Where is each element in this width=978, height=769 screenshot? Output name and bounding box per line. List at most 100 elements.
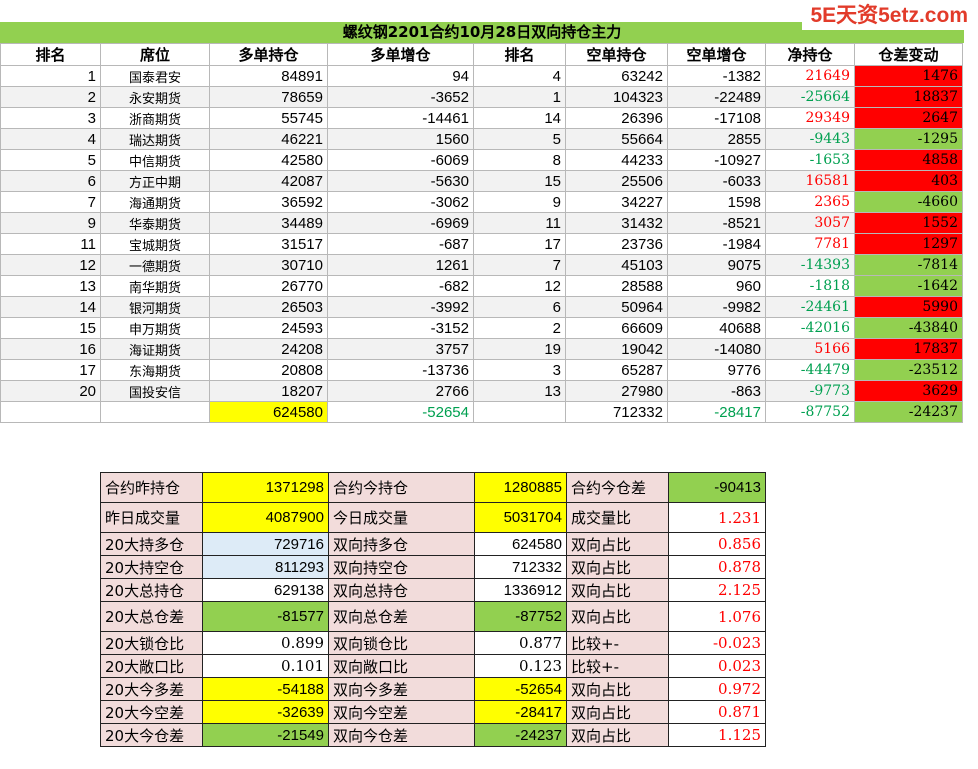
stat-label: 双向占比 — [566, 578, 669, 602]
stats-row: 20大今空差 -32639 双向今空差 -28417 双向占比 0.871 — [100, 700, 766, 724]
table-row: 7 海通期货 36592 -3062 9 34227 1598 2365 -4660 — [0, 191, 963, 213]
short-change-cell: -14080 — [667, 338, 766, 360]
totals-row: 624580 -52654 712332 -28417 -87752 -2423… — [0, 401, 963, 423]
rank-cell: 12 — [0, 254, 101, 276]
stat-label: 双向持多仓 — [328, 532, 475, 556]
diff-cell: -4660 — [854, 191, 963, 213]
seat-cell: 中信期货 — [100, 149, 210, 171]
long-cell: 26503 — [209, 296, 328, 318]
net-cell: 5166 — [765, 338, 855, 360]
table-row: 5 中信期货 42580 -6069 8 44233 -10927 -1653 4858 — [0, 149, 963, 171]
short-rank-cell: 4 — [473, 65, 566, 87]
table-row: 17 东海期货 20808 -13736 3 65287 9776 -44479 -23512 — [0, 359, 963, 381]
net-cell: -9773 — [765, 380, 855, 402]
short-change-cell: 2855 — [667, 128, 766, 150]
stats-table: 合约昨持仓 1371298 合约今持仓 1280885 合约今仓差 -90413 昨日成交量… — [100, 472, 766, 747]
table-row: 11 宝城期货 31517 -687 17 23736 -1984 7781 1297 — [0, 233, 963, 255]
stat-label: 双向占比 — [566, 723, 669, 747]
stat-label: 比较+- — [566, 631, 669, 655]
short-rank-cell: 6 — [473, 296, 566, 318]
diff-cell: -1642 — [854, 275, 963, 297]
short-cell: 28588 — [565, 275, 668, 297]
stat-label: 20大今仓差 — [100, 723, 203, 747]
diff-cell: 1476 — [854, 65, 963, 87]
header-rank: 排名 — [0, 43, 101, 66]
long-change-cell: 1560 — [327, 128, 474, 150]
short-change-cell: 9075 — [667, 254, 766, 276]
table-row: 2 永安期货 78659 -3652 1 104323 -22489 -25664 18837 — [0, 86, 963, 108]
long-change-cell: 3757 — [327, 338, 474, 360]
stat-label: 双向占比 — [566, 532, 669, 556]
short-cell: 63242 — [565, 65, 668, 87]
rank-cell: 6 — [0, 170, 101, 192]
header-short: 空单持仓 — [565, 43, 668, 66]
short-cell: 27980 — [565, 380, 668, 402]
stat-value: 0.899 — [202, 631, 329, 655]
stat-label: 双向占比 — [566, 700, 669, 724]
stat-value: 712332 — [474, 555, 567, 579]
stat-value: 0.871 — [668, 700, 766, 724]
header-net: 净持仓 — [765, 43, 855, 66]
long-change-cell: -687 — [327, 233, 474, 255]
stat-value: -0.023 — [668, 631, 766, 655]
stat-value: -28417 — [474, 700, 567, 724]
header-long-change: 多单增仓 — [327, 43, 474, 66]
rank-cell: 1 — [0, 65, 101, 87]
table-row: 13 南华期货 26770 -682 12 28588 960 -1818 -1642 — [0, 275, 963, 297]
long-cell: 84891 — [209, 65, 328, 87]
long-cell: 31517 — [209, 233, 328, 255]
seat-cell: 国泰君安 — [100, 65, 210, 87]
long-cell: 42087 — [209, 170, 328, 192]
stat-label: 20大总持仓 — [100, 578, 203, 602]
watermark: 5E天资5etz.com — [802, 2, 976, 30]
short-change-cell: -22489 — [667, 86, 766, 108]
long-change-cell: -13736 — [327, 359, 474, 381]
net-cell: 7781 — [765, 233, 855, 255]
seat-cell: 海通期货 — [100, 191, 210, 213]
rank-cell: 2 — [0, 86, 101, 108]
stat-value: 2.125 — [668, 578, 766, 602]
diff-cell: 5990 — [854, 296, 963, 318]
long-cell: 30710 — [209, 254, 328, 276]
short-cell: 45103 — [565, 254, 668, 276]
stat-label: 双向总持仓 — [328, 578, 475, 602]
stat-label: 20大锁仓比 — [100, 631, 203, 655]
stat-label: 20大持空仓 — [100, 555, 203, 579]
rank-cell: 16 — [0, 338, 101, 360]
table-row: 12 一德期货 30710 1261 7 45103 9075 -14393 -7814 — [0, 254, 963, 276]
long-cell: 36592 — [209, 191, 328, 213]
diff-cell: -43840 — [854, 317, 963, 339]
stat-value: 0.878 — [668, 555, 766, 579]
rank-cell: 20 — [0, 380, 101, 402]
stat-label: 双向占比 — [566, 677, 669, 701]
diff-cell: 1552 — [854, 212, 963, 234]
stat-value: 4087900 — [202, 502, 329, 533]
long-change-cell: -3992 — [327, 296, 474, 318]
short-change-cell: 9776 — [667, 359, 766, 381]
short-cell: 65287 — [565, 359, 668, 381]
short-rank-cell: 7 — [473, 254, 566, 276]
rank-cell: 13 — [0, 275, 101, 297]
stat-label: 今日成交量 — [328, 502, 475, 533]
cell — [0, 401, 101, 423]
short-cell: 25506 — [565, 170, 668, 192]
stats-row: 20大今多差 -54188 双向今多差 -52654 双向占比 0.972 — [100, 677, 766, 701]
short-change-cell: -1382 — [667, 65, 766, 87]
rank-cell: 7 — [0, 191, 101, 213]
short-cell: 23736 — [565, 233, 668, 255]
long-change-cell: 2766 — [327, 380, 474, 402]
seat-cell: 方正中期 — [100, 170, 210, 192]
short-change-cell: -1984 — [667, 233, 766, 255]
short-rank-cell: 17 — [473, 233, 566, 255]
header-short-rank: 排名 — [473, 43, 566, 66]
seat-cell: 宝城期货 — [100, 233, 210, 255]
stat-label: 合约昨持仓 — [100, 472, 203, 503]
long-change-cell: -3152 — [327, 317, 474, 339]
short-change-cell: -8521 — [667, 212, 766, 234]
stat-value: 1371298 — [202, 472, 329, 503]
stat-value: 629138 — [202, 578, 329, 602]
seat-cell: 浙商期货 — [100, 107, 210, 129]
header-seat: 席位 — [100, 43, 210, 66]
stat-value: -54188 — [202, 677, 329, 701]
seat-cell: 一德期货 — [100, 254, 210, 276]
